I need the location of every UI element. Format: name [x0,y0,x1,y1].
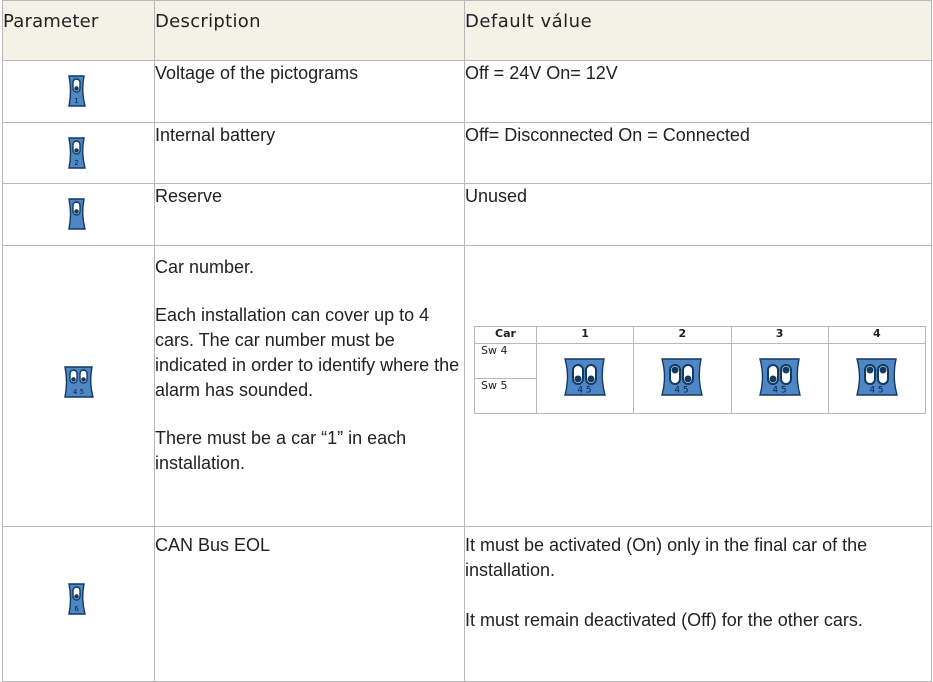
description-cell: Voltage of the pictograms [154,60,465,123]
header-description: Description [154,0,465,61]
header-parameter: Parameter [2,0,155,61]
default-cell: Off= Disconnected On = Connected [464,122,932,184]
dip-switch-3-icon [67,198,86,230]
table-row: Reserve Unused [2,183,932,246]
default-line: It must be activated (On) only in the fi… [465,535,868,580]
parameter-cell: 2 [2,122,155,184]
table-row: 6 CAN Bus EOL It must be activated (On) … [2,526,932,682]
switch-number: 4 5 [72,388,83,396]
dip-switch-car-3-icon: 4 5 [758,358,801,396]
switch-number: 4 5 [577,386,591,396]
car-3-switches: 4 5 [730,343,829,414]
parameter-cell: 6 [2,526,155,682]
table-header-row: Parameter Description Default válue [2,0,932,61]
default-cell: Off = 24V On= 12V [464,60,932,123]
car-1-switches: 4 5 [535,343,635,414]
car-number: 4 [827,326,927,344]
car-header-row: Car 1 2 3 4 [474,326,927,344]
description-line: Each installation can cover up to 4 cars… [155,305,460,400]
header-default-value: Default válue [464,0,932,61]
table-row: 1 Voltage of the pictograms Off = 24V On… [2,60,932,123]
dip-switch-car-4-icon: 4 5 [855,358,898,396]
dip-switch-car-2-icon: 4 5 [661,358,704,396]
switch-number: 1 [74,97,78,105]
description-cell: Car number. Each installation can cover … [154,245,465,527]
switch-number: 4 5 [772,386,786,396]
car-number: 1 [535,326,635,344]
document-page: Parameter Description Default válue 1 Vo… [0,0,933,682]
car-number: 3 [730,326,829,344]
switch-number: 4 5 [869,386,883,396]
car-4-switches: 4 5 [827,343,927,414]
parameter-table: Parameter Description Default válue 1 Vo… [2,0,932,682]
car-switch-row: Sw 4 4 5 4 5 4 5 4 5 [474,343,927,414]
switch-row-label: Sw 5 [474,378,537,414]
dip-switch-45-icon: 4 5 [63,365,94,398]
default-cell: It must be activated (On) only in the fi… [464,526,932,682]
description-cell: CAN Bus EOL [154,526,465,682]
parameter-cell: 1 [2,60,155,123]
switch-row-label: Sw 4 [474,343,537,379]
dip-switch-6-icon: 6 [67,582,86,615]
default-cell: Car 1 2 3 4 Sw 4 4 5 4 5 4 5 4 5 Sw 5 [464,245,932,527]
car-header-label: Car [474,326,537,344]
car-number-table: Car 1 2 3 4 Sw 4 4 5 4 5 4 5 4 5 Sw 5 [474,326,927,414]
table-row: 4 5 Car number. Each installation can co… [2,245,932,527]
default-line: It must remain deactivated (Off) for the… [465,610,863,630]
description-cell: Reserve [154,183,465,246]
car-2-switches: 4 5 [633,343,732,414]
parameter-cell [2,183,155,246]
description-line: Car number. [155,257,255,277]
switch-number: 4 5 [675,386,689,396]
switch-number: 2 [74,159,78,167]
switch-number: 6 [74,605,79,613]
description-line: There must be a car “1” in each installa… [155,428,407,473]
dip-switch-car-1-icon: 4 5 [564,358,607,396]
default-cell: Unused [464,183,932,246]
table-row: 2 Internal battery Off= Disconnected On … [2,122,932,184]
dip-switch-1-icon: 1 [67,75,86,107]
car-number: 2 [633,326,732,344]
parameter-cell: 4 5 [2,245,155,527]
description-cell: Internal battery [154,122,465,184]
dip-switch-2-icon: 2 [67,137,86,169]
